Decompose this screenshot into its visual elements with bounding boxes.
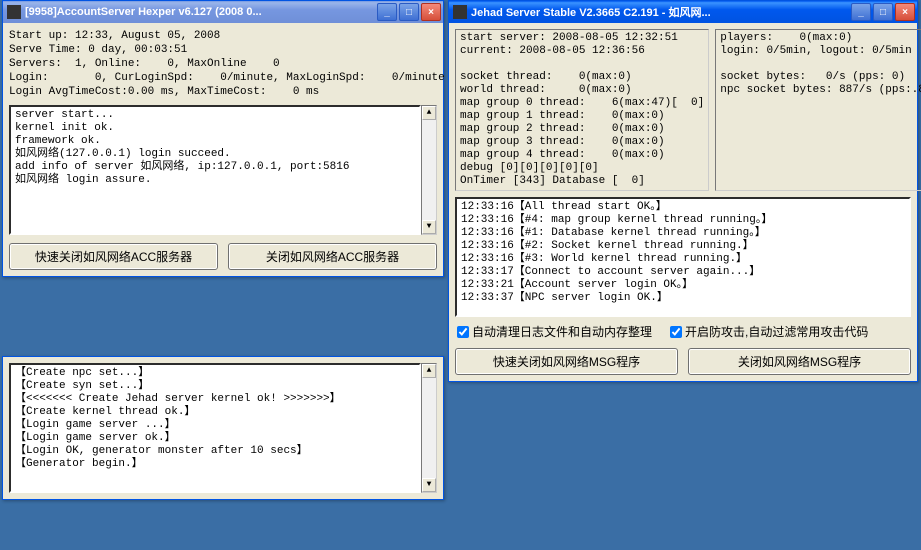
account-server-window: [9958]AccountServer Hexper v6.127 (2008 …	[2, 0, 444, 277]
defense-checkbox[interactable]: 开启防攻击,自动过滤常用攻击代码	[670, 323, 868, 340]
titlebar[interactable]: Jehad Server Stable V2.3665 C2.191 - 如风网…	[449, 1, 917, 23]
titlebar[interactable]: [9958]AccountServer Hexper v6.127 (2008 …	[3, 1, 443, 23]
npc-log-window: 【Create npc set...】 【Create syn set...】 …	[2, 356, 444, 500]
defense-input[interactable]	[670, 326, 682, 338]
fast-close-msg-button[interactable]: 快速关闭如风网络MSG程序	[455, 348, 678, 375]
minimize-button[interactable]: _	[377, 3, 397, 21]
server-info: Start up: 12:33, August 05, 2008 Serve T…	[9, 29, 437, 99]
log-panel[interactable]: 【Create npc set...】 【Create syn set...】 …	[9, 363, 421, 493]
app-icon	[453, 5, 467, 19]
scroll-up-icon[interactable]: ▲	[422, 364, 436, 378]
minimize-button[interactable]: _	[851, 3, 871, 21]
stats-left-panel: start server: 2008-08-05 12:32:51 curren…	[455, 29, 709, 191]
scroll-up-icon[interactable]: ▲	[422, 106, 436, 120]
title-text: Jehad Server Stable V2.3665 C2.191 - 如风网…	[471, 4, 851, 20]
log-panel[interactable]: 12:33:16【All thread start OK。】 12:33:16【…	[455, 197, 911, 317]
auto-clean-input[interactable]	[457, 326, 469, 338]
close-button[interactable]: ×	[421, 3, 441, 21]
scrollbar[interactable]: ▲ ▼	[421, 105, 437, 235]
scrollbar[interactable]: ▲ ▼	[421, 363, 437, 493]
maximize-button[interactable]: □	[399, 3, 419, 21]
fast-close-acc-button[interactable]: 快速关闭如风网络ACC服务器	[9, 243, 218, 270]
scroll-down-icon[interactable]: ▼	[422, 220, 436, 234]
close-button[interactable]: ×	[895, 3, 915, 21]
jehad-server-window: Jehad Server Stable V2.3665 C2.191 - 如风网…	[448, 0, 918, 382]
scroll-down-icon[interactable]: ▼	[422, 478, 436, 492]
stats-right-panel: players: 0(max:0) login: 0/5min, logout:…	[715, 29, 921, 191]
close-msg-button[interactable]: 关闭如风网络MSG程序	[688, 348, 911, 375]
maximize-button[interactable]: □	[873, 3, 893, 21]
auto-clean-checkbox[interactable]: 自动清理日志文件和自动内存整理	[457, 323, 652, 340]
title-text: [9958]AccountServer Hexper v6.127 (2008 …	[25, 6, 377, 18]
app-icon	[7, 5, 21, 19]
log-panel[interactable]: server start... kernel init ok. framewor…	[9, 105, 421, 235]
close-acc-button[interactable]: 关闭如风网络ACC服务器	[228, 243, 437, 270]
